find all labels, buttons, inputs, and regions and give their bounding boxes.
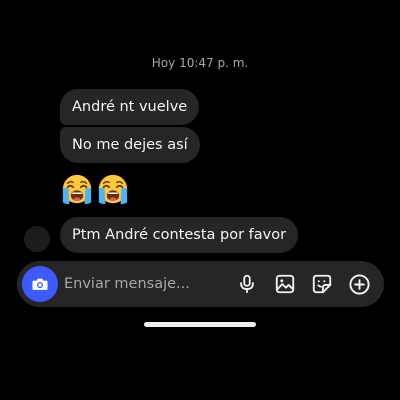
add-icon — [348, 273, 370, 295]
sender-avatar[interactable] — [24, 226, 50, 252]
gallery-button[interactable] — [273, 272, 297, 296]
microphone-icon — [240, 274, 254, 294]
message-bubble[interactable]: No me dejes así — [60, 127, 200, 163]
add-button[interactable] — [347, 272, 371, 296]
sticker-button[interactable] — [310, 272, 334, 296]
message-timestamp: Hoy 10:47 p. m. — [151, 56, 249, 70]
sticker-icon — [312, 274, 332, 294]
message-input[interactable] — [64, 273, 234, 295]
loudly-crying-face-icon — [98, 174, 128, 205]
loudly-crying-face-icon — [62, 174, 92, 205]
message-composer — [17, 261, 384, 307]
camera-button[interactable] — [22, 266, 58, 302]
message-bubble[interactable]: André nt vuelve — [60, 89, 200, 125]
emoji-message[interactable] — [60, 172, 130, 208]
camera-icon — [32, 278, 48, 290]
voice-message-button[interactable] — [235, 272, 259, 296]
home-indicator[interactable] — [144, 322, 256, 327]
gallery-icon — [275, 274, 295, 294]
message-bubble[interactable]: Ptm André contesta por favor — [60, 217, 299, 253]
